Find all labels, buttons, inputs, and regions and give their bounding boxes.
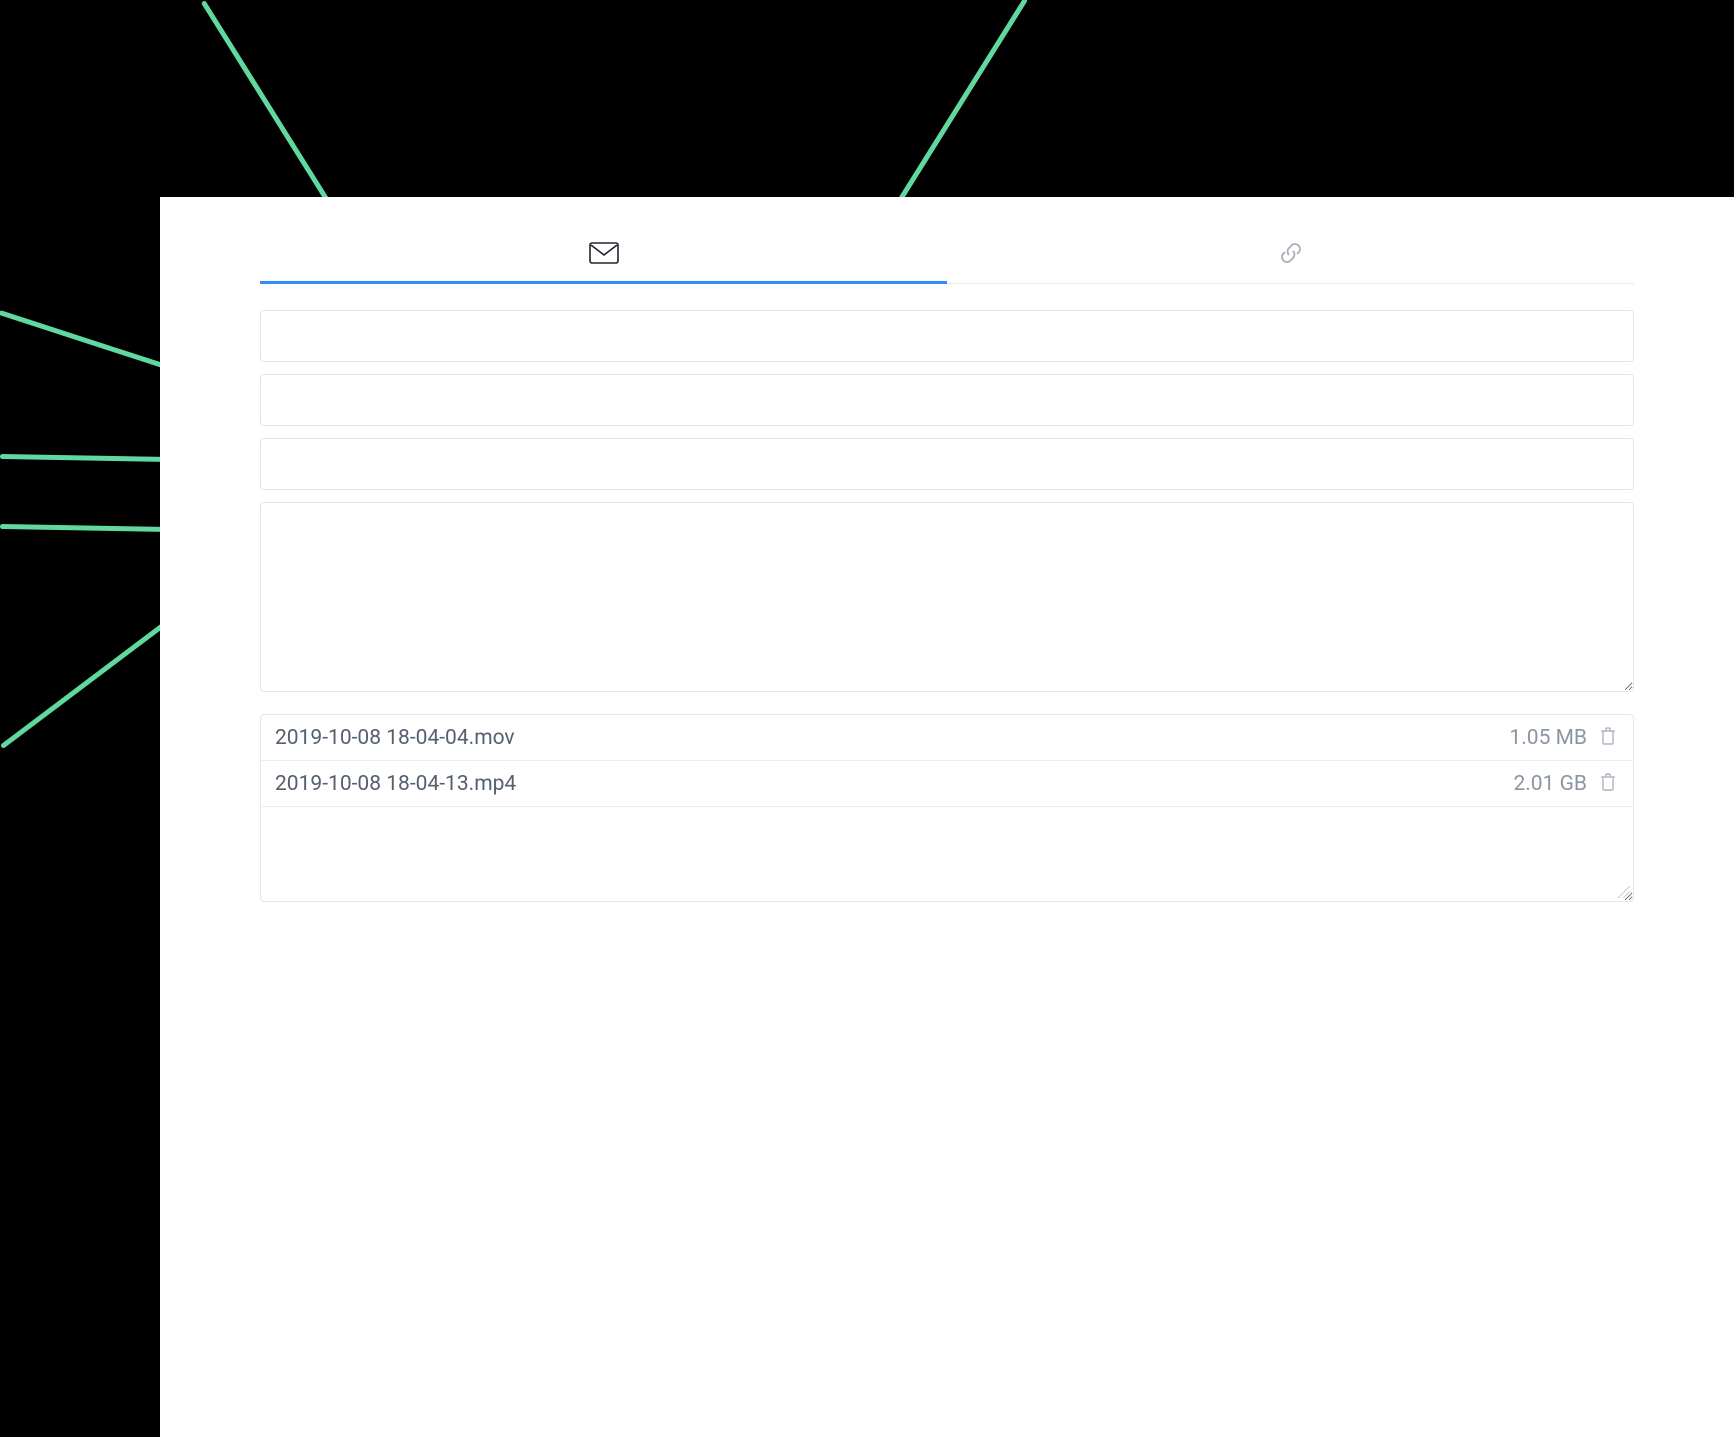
file-size: 2.01 GB: [1513, 772, 1587, 796]
tab-link[interactable]: [947, 231, 1634, 283]
attachment-row: 2019-10-08 18-04-04.mov 1.05 MB: [261, 715, 1633, 761]
subject-field[interactable]: [260, 438, 1634, 490]
file-name: 2019-10-08 18-04-04.mov: [275, 726, 1509, 750]
envelope-icon: [589, 242, 619, 264]
message-field[interactable]: [260, 502, 1634, 692]
trash-icon: [1599, 726, 1617, 749]
delete-attachment-button[interactable]: [1597, 770, 1619, 797]
resize-handle-icon: [1617, 885, 1631, 899]
send-panel: 2019-10-08 18-04-04.mov 1.05 MB 2019-10-…: [160, 197, 1734, 1437]
link-icon: [1279, 241, 1303, 265]
tab-email[interactable]: [260, 231, 947, 283]
attachments-list: 2019-10-08 18-04-04.mov 1.05 MB 2019-10-…: [260, 714, 1634, 902]
file-size: 1.05 MB: [1509, 726, 1587, 750]
delete-attachment-button[interactable]: [1597, 724, 1619, 751]
file-name: 2019-10-08 18-04-13.mp4: [275, 772, 1513, 796]
tab-bar: [260, 231, 1634, 284]
your-email-field[interactable]: [260, 374, 1634, 426]
to-field[interactable]: [260, 310, 1634, 362]
attachment-row: 2019-10-08 18-04-13.mp4 2.01 GB: [261, 761, 1633, 807]
trash-icon: [1599, 772, 1617, 795]
